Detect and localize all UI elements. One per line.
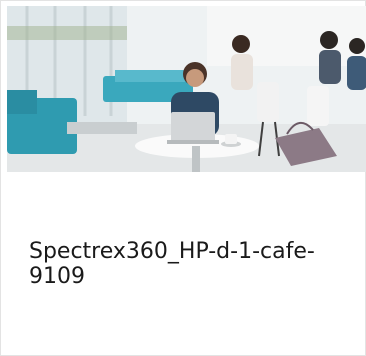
cafe-photo-illustration <box>7 6 366 172</box>
asset-card[interactable]: Spectrex360_HP-d-1-cafe-9109 <box>0 0 366 356</box>
asset-thumbnail[interactable] <box>7 6 366 172</box>
asset-title[interactable]: Spectrex360_HP-d-1-cafe-9109 <box>29 239 349 289</box>
